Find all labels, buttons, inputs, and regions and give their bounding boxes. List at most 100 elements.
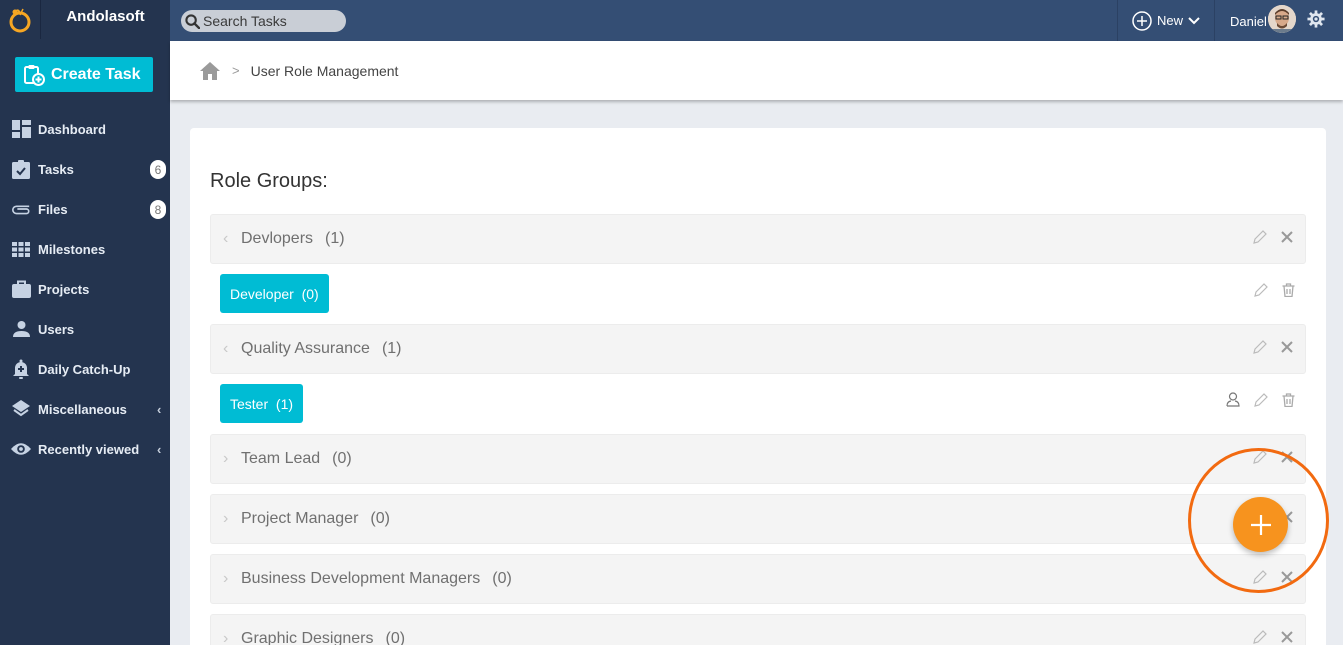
edit-group-button[interactable] bbox=[1253, 629, 1267, 645]
role-name: Developer bbox=[230, 285, 294, 302]
avatar-image-icon bbox=[1268, 5, 1296, 33]
layers-icon bbox=[11, 399, 31, 419]
sidebar-item-label: Daily Catch-Up bbox=[38, 361, 131, 377]
pencil-icon bbox=[1254, 282, 1268, 297]
edit-role-button[interactable] bbox=[1254, 282, 1268, 302]
group-count: (1) bbox=[381, 340, 402, 357]
logo[interactable] bbox=[0, 0, 41, 39]
group-name: Quality Assurance bbox=[241, 340, 370, 357]
search-input[interactable] bbox=[203, 13, 343, 29]
sidebar-item-label: Projects bbox=[38, 281, 90, 297]
tasks-icon bbox=[11, 159, 31, 179]
sidebar-item-label: Users bbox=[38, 321, 75, 337]
create-task-button[interactable]: Create Task bbox=[15, 57, 153, 92]
brand-block: Andolasoft bbox=[0, 0, 170, 39]
new-button[interactable]: New bbox=[1117, 0, 1215, 41]
role-group-row[interactable]: ‹ Quality Assurance (1) bbox=[210, 324, 1306, 374]
close-icon bbox=[1281, 631, 1293, 643]
role-name: Tester bbox=[230, 395, 269, 412]
pencil-icon bbox=[1253, 339, 1267, 354]
settings-button[interactable] bbox=[1307, 10, 1325, 33]
sidebar-item-daily-catch-up[interactable]: Daily Catch-Up bbox=[0, 354, 170, 384]
breadcrumb-current: User Role Management bbox=[250, 62, 399, 79]
group-count: (0) bbox=[370, 510, 390, 527]
chevron-down-icon bbox=[1188, 16, 1200, 24]
role-chip[interactable]: Developer (0) bbox=[220, 274, 329, 313]
edit-group-button[interactable] bbox=[1253, 339, 1267, 359]
delete-group-button[interactable] bbox=[1281, 340, 1293, 358]
user-name[interactable]: Daniel bbox=[1230, 14, 1267, 29]
role-group-row[interactable]: › Business Development Managers (0) bbox=[210, 554, 1306, 604]
role-group-row[interactable]: › Team Lead (0) bbox=[210, 434, 1306, 484]
close-icon bbox=[1281, 341, 1293, 353]
delete-group-button[interactable] bbox=[1281, 230, 1293, 248]
sidebar-item-files[interactable]: Files 8 bbox=[0, 194, 170, 224]
user-outline-icon bbox=[1226, 392, 1240, 407]
sidebar-item-tasks[interactable]: Tasks 6 bbox=[0, 154, 170, 184]
paperclip-icon bbox=[11, 199, 31, 219]
breadcrumb-separator: > bbox=[232, 63, 240, 78]
role-chip[interactable]: Tester (1) bbox=[220, 384, 304, 423]
brand-name: Andolasoft bbox=[66, 8, 145, 25]
clipboard-plus-icon bbox=[24, 64, 45, 86]
group-name: Devlopers bbox=[241, 230, 314, 247]
group-name: Graphic Designers bbox=[241, 630, 374, 645]
pencil-icon bbox=[1253, 229, 1267, 244]
eye-icon bbox=[11, 439, 31, 459]
delete-group-button[interactable] bbox=[1281, 450, 1293, 468]
sidebar-item-miscellaneous[interactable]: Miscellaneous ‹ bbox=[0, 394, 170, 424]
chevron-right-icon[interactable]: › bbox=[223, 570, 241, 588]
trash-icon bbox=[1282, 392, 1295, 407]
group-count: (0) bbox=[332, 450, 352, 467]
tasks-count-badge: 6 bbox=[150, 160, 166, 179]
home-link[interactable] bbox=[200, 61, 220, 80]
avatar[interactable] bbox=[1268, 5, 1296, 33]
sidebar-item-users[interactable]: Users bbox=[0, 314, 170, 344]
group-count: (0) bbox=[385, 630, 406, 645]
role-group-row[interactable]: › Project Manager (0) bbox=[210, 494, 1306, 544]
chevron-left-icon[interactable]: ‹ bbox=[223, 340, 241, 358]
files-count-badge: 8 bbox=[150, 200, 166, 219]
delete-group-button[interactable] bbox=[1281, 630, 1293, 645]
delete-role-button[interactable] bbox=[1282, 282, 1295, 302]
role-row: Tester (1) bbox=[210, 378, 1306, 426]
sidebar-item-label: Recently viewed bbox=[38, 441, 140, 457]
search-icon bbox=[185, 13, 200, 29]
role-count: (1) bbox=[275, 395, 294, 412]
role-groups-card: Role Groups: ‹ Devlopers (1) Developer (… bbox=[190, 128, 1326, 645]
delete-group-button[interactable] bbox=[1281, 570, 1293, 588]
sidebar-item-label: Milestones bbox=[38, 241, 106, 257]
edit-group-button[interactable] bbox=[1253, 449, 1267, 469]
chevron-right-icon[interactable]: › bbox=[223, 510, 241, 528]
orange-logo-icon bbox=[9, 8, 31, 32]
group-name: Team Lead bbox=[241, 450, 321, 467]
group-count: (0) bbox=[492, 570, 512, 587]
assign-user-button[interactable] bbox=[1226, 392, 1240, 412]
sidebar-item-milestones[interactable]: Milestones bbox=[0, 234, 170, 264]
chevron-right-icon[interactable]: › bbox=[223, 450, 241, 468]
sidebar-item-recently-viewed[interactable]: Recently viewed ‹ bbox=[0, 434, 170, 464]
chevron-left-icon: ‹ bbox=[157, 442, 162, 457]
role-row: Developer (0) bbox=[210, 268, 1306, 316]
create-task-label: Create Task bbox=[51, 65, 141, 83]
role-group-row[interactable]: › Graphic Designers (0) bbox=[210, 614, 1306, 645]
breadcrumb: > User Role Management bbox=[170, 41, 1343, 100]
role-group-row[interactable]: ‹ Devlopers (1) bbox=[210, 214, 1306, 264]
sidebar-item-dashboard[interactable]: Dashboard bbox=[0, 114, 170, 144]
chevron-left-icon[interactable]: ‹ bbox=[223, 230, 241, 248]
sidebar-item-label: Files bbox=[38, 201, 68, 217]
dashboard-icon bbox=[11, 119, 31, 139]
delete-role-button[interactable] bbox=[1282, 392, 1295, 412]
user-icon bbox=[11, 319, 31, 339]
home-icon bbox=[200, 61, 220, 80]
search-box[interactable] bbox=[181, 10, 346, 32]
plus-icon bbox=[1250, 514, 1271, 535]
edit-role-button[interactable] bbox=[1254, 392, 1268, 412]
sidebar-item-projects[interactable]: Projects bbox=[0, 274, 170, 304]
grid-icon bbox=[11, 239, 31, 259]
add-role-fab-button[interactable] bbox=[1233, 497, 1288, 552]
chevron-right-icon[interactable]: › bbox=[223, 630, 241, 645]
edit-group-button[interactable] bbox=[1253, 229, 1267, 249]
group-name: Project Manager bbox=[241, 510, 359, 527]
edit-group-button[interactable] bbox=[1253, 569, 1267, 589]
